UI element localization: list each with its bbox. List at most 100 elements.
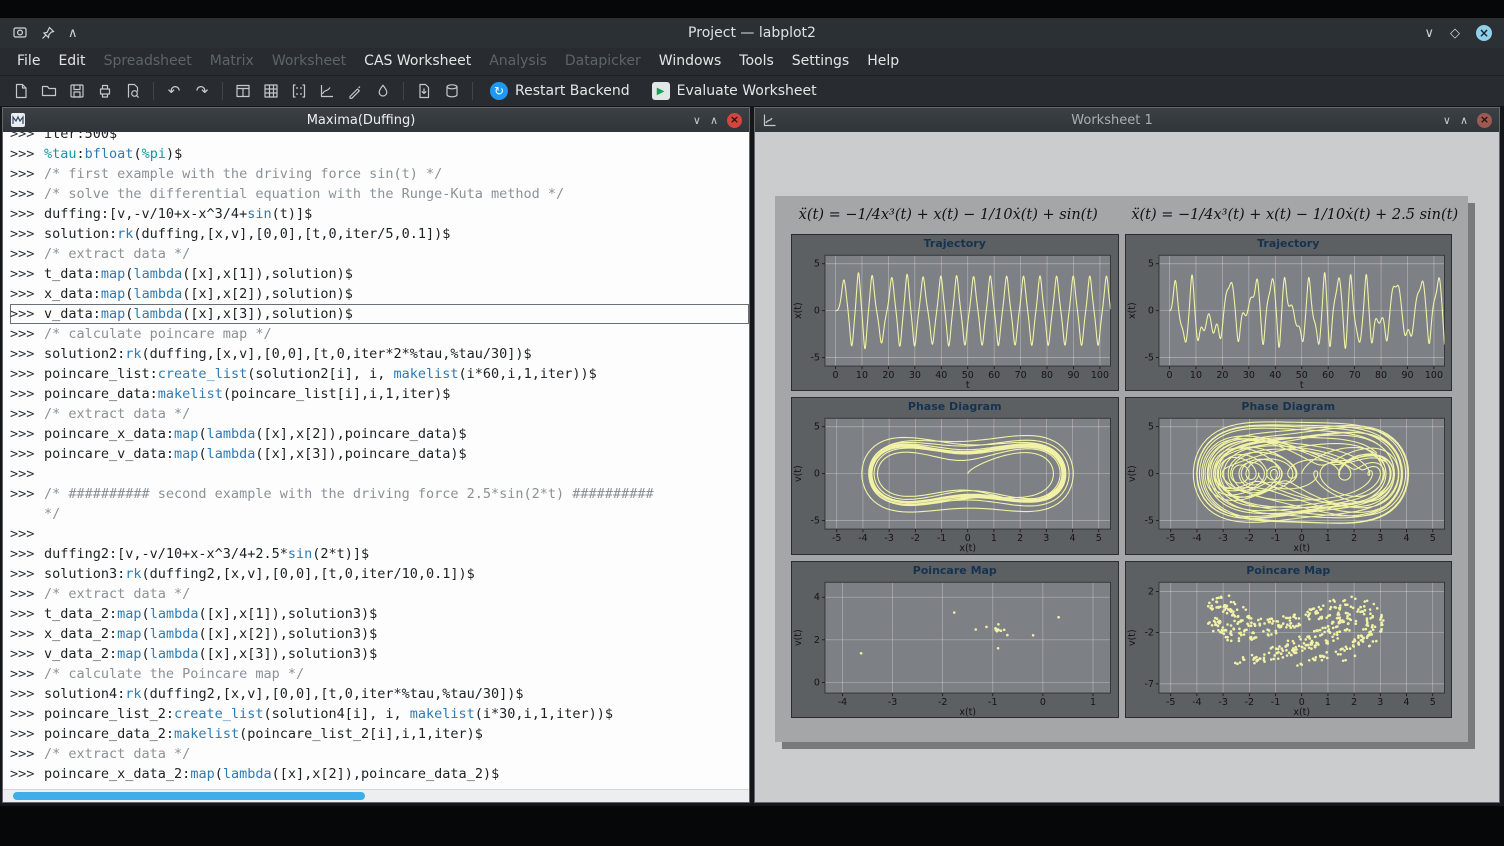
svg-text:-5: -5: [811, 353, 820, 364]
console-line: >>> x_data:map(lambda([x],x[2]),solution…: [10, 284, 749, 304]
minimize-icon[interactable]: ∨: [1443, 115, 1451, 126]
redo-button[interactable]: ↷: [189, 77, 215, 105]
plot-title: Trajectory: [1126, 235, 1452, 252]
pin-icon[interactable]: [40, 25, 56, 41]
titlebar-controls: ∨ ◇ ×: [1424, 25, 1492, 41]
shade-window-icon[interactable]: ∧: [68, 27, 78, 40]
screen-edge-bottom: [0, 806, 1504, 846]
svg-text:-1: -1: [1270, 697, 1279, 708]
console-line: >>> poincare_list_2:create_list(solution…: [10, 704, 749, 724]
menu-worksheet: Worksheet: [263, 48, 355, 75]
color-drop-button[interactable]: [370, 77, 396, 105]
console-prompt: >>>: [10, 204, 44, 224]
plot-phase-diagram-right[interactable]: Phase Diagram-5-4-3-2-1012345-505x(t)v(t…: [1125, 397, 1453, 554]
console-line: >>> /* calculate poincare map */: [10, 324, 749, 344]
menu-analysis: Analysis: [480, 48, 556, 75]
minimize-icon[interactable]: ∨: [693, 115, 701, 126]
close-icon[interactable]: ×: [1476, 25, 1492, 41]
console-line: >>> /* ########## second example with th…: [10, 484, 749, 504]
svg-text:0: 0: [814, 469, 820, 480]
plot-trajectory-right[interactable]: Trajectory0102030405060708090100-505tx(t…: [1125, 234, 1453, 391]
plot-canvas: 0102030405060708090100-505tx(t): [792, 252, 1118, 390]
svg-text:-2: -2: [938, 697, 947, 708]
svg-text:1: 1: [1090, 697, 1096, 708]
menu-tools[interactable]: Tools: [730, 48, 783, 75]
plot-grid: Trajectory 0102030405060708090100-505tx(t…: [791, 234, 1452, 718]
new-workbook-button[interactable]: [230, 77, 256, 105]
svg-text:4: 4: [814, 592, 820, 603]
console-line: >>> /* extract data */: [10, 404, 749, 424]
console-prompt: >>>: [10, 644, 44, 664]
new-document-button[interactable]: [8, 77, 34, 105]
save-button[interactable]: [64, 77, 90, 105]
shade-icon[interactable]: ∧: [710, 115, 718, 126]
svg-text:-5: -5: [1166, 697, 1175, 708]
console-prompt: >>>: [10, 424, 44, 444]
app-icon: [12, 25, 28, 41]
close-icon[interactable]: ×: [1477, 113, 1492, 128]
plot-canvas: 0102030405060708090100-505tx(t): [1126, 252, 1452, 390]
console-prompt: >>>: [10, 604, 44, 624]
svg-text:x(t): x(t): [1293, 543, 1310, 553]
horizontal-scrollbar[interactable]: [3, 789, 749, 802]
new-matrix-button[interactable]: [286, 77, 312, 105]
print-button[interactable]: [92, 77, 118, 105]
new-spreadsheet-button[interactable]: [258, 77, 284, 105]
undo-button[interactable]: ↶: [161, 77, 187, 105]
menu-help[interactable]: Help: [858, 48, 908, 75]
svg-text:x(t): x(t): [959, 543, 976, 553]
restart-backend-button[interactable]: ↻ Restart Backend: [480, 77, 640, 105]
console-prompt: >>>: [10, 704, 44, 724]
menu-file[interactable]: File: [8, 48, 49, 75]
console-prompt: >>>: [10, 724, 44, 744]
svg-text:0: 0: [1166, 370, 1172, 381]
color-drop-icon: [374, 82, 392, 100]
close-icon[interactable]: ×: [727, 113, 742, 128]
plot-trajectory-left[interactable]: Trajectory0102030405060708090100-505tx(t…: [791, 234, 1119, 391]
worksheet-icon: [762, 112, 778, 128]
worksheet-window: Worksheet 1 ∨ ∧ × ẍ(t) = −1/4x³(t) + x(t…: [754, 107, 1500, 803]
maximize-icon[interactable]: ◇: [1450, 27, 1460, 40]
worksheet-view[interactable]: ẍ(t) = −1/4x³(t) + x(t) − 1/10ẋ(t) + sin…: [755, 132, 1499, 802]
console-prompt: >>>: [10, 464, 44, 484]
svg-text:-3: -3: [888, 697, 897, 708]
plot-phase-diagram-left[interactable]: Phase Diagram-5-4-3-2-1012345-505x(t)v(t…: [791, 397, 1119, 554]
console-prompt: >>>: [10, 544, 44, 564]
svg-text:1: 1: [1324, 533, 1330, 544]
open-folder-button[interactable]: [36, 77, 62, 105]
svg-text:x(t): x(t): [959, 707, 976, 717]
maxima-window-titlebar[interactable]: Maxima(Duffing) ∨ ∧ ×: [3, 108, 749, 132]
shade-icon[interactable]: ∧: [1460, 115, 1468, 126]
import-file-button[interactable]: [411, 77, 437, 105]
svg-text:-3: -3: [884, 533, 893, 544]
print-preview-button[interactable]: [120, 77, 146, 105]
evaluate-worksheet-button[interactable]: ▶ Evaluate Worksheet: [642, 77, 827, 105]
menu-settings[interactable]: Settings: [783, 48, 858, 75]
worksheet-window-titlebar[interactable]: Worksheet 1 ∨ ∧ ×: [755, 108, 1499, 132]
svg-text:0: 0: [1040, 697, 1046, 708]
equation-label-left: ẍ(t) = −1/4x³(t) + x(t) − 1/10ẋ(t) + sin…: [775, 207, 1122, 223]
plot-poincare-map-left[interactable]: Poincare Map-4-3-2-101024x(t)v(t): [791, 561, 1119, 718]
new-spreadsheet-icon: [262, 82, 280, 100]
plot-title: Phase Diagram: [792, 398, 1118, 415]
console-prompt: >>>: [10, 404, 44, 424]
evaluate-worksheet-icon: ▶: [652, 82, 670, 100]
menu-edit[interactable]: Edit: [49, 48, 94, 75]
svg-text:v(t): v(t): [1126, 629, 1137, 646]
plot-poincare-map-right[interactable]: Poincare Map-5-4-3-2-10123452-2-7x(t)v(t…: [1125, 561, 1453, 718]
console-line: >>> iter:500$: [10, 132, 749, 144]
datapicker-button[interactable]: [342, 77, 368, 105]
svg-text:40: 40: [1269, 370, 1281, 381]
scrollbar-thumb[interactable]: [13, 792, 365, 800]
svg-text:4: 4: [1403, 533, 1409, 544]
svg-text:80: 80: [1375, 370, 1387, 381]
minimize-icon[interactable]: ∨: [1424, 27, 1434, 40]
svg-text:1: 1: [991, 533, 997, 544]
svg-text:-4: -4: [1192, 533, 1201, 544]
import-sql-button[interactable]: [439, 77, 465, 105]
menu-windows[interactable]: Windows: [650, 48, 731, 75]
window-titlebar[interactable]: ∧ Project — labplot2 ∨ ◇ ×: [0, 18, 1504, 48]
menu-cas-worksheet[interactable]: CAS Worksheet: [355, 48, 480, 75]
new-worksheet-button[interactable]: [314, 77, 340, 105]
console[interactable]: >>> iter:500$>>> %tau:bfloat(%pi)$>>> /*…: [3, 132, 749, 789]
